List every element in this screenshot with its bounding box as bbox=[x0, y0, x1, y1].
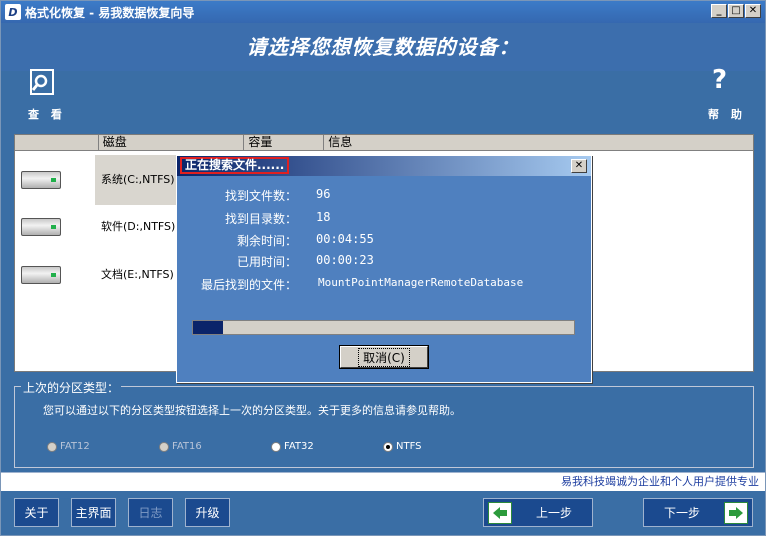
radio-dot bbox=[271, 441, 281, 452]
home-button[interactable]: 主界面 bbox=[71, 498, 116, 527]
magnifier-icon bbox=[30, 69, 54, 95]
status-text: 易我科技竭诚为企业和个人用户提供专业 bbox=[1, 473, 765, 491]
radio-fat12[interactable]: FAT12 bbox=[47, 441, 90, 452]
view-label: 查 看 bbox=[28, 108, 66, 121]
prev-label: 上一步 bbox=[536, 506, 573, 520]
radio-fat32[interactable]: FAT32 bbox=[271, 441, 314, 452]
help-icon[interactable]: ? bbox=[712, 65, 727, 95]
column-capacity[interactable]: 容量 bbox=[244, 135, 325, 151]
column-disk[interactable]: 磁盘 bbox=[98, 135, 245, 151]
column-info[interactable]: 信息 bbox=[324, 135, 753, 151]
cancel-label: 取消(C) bbox=[358, 347, 410, 367]
cancel-button[interactable]: 取消(C) bbox=[339, 345, 429, 369]
arrow-right-icon bbox=[724, 501, 748, 524]
remaining-time-value: 00:04:55 bbox=[316, 232, 374, 246]
search-progress-bar bbox=[192, 320, 575, 335]
minimize-button[interactable]: _ bbox=[711, 4, 727, 18]
elapsed-time-label: 已用时间： bbox=[236, 255, 297, 269]
title-bar: D 格式化恢复 - 易我数据恢复向导 _ □ ✕ bbox=[1, 1, 765, 23]
hard-drive-icon bbox=[21, 218, 61, 236]
next-label: 下一步 bbox=[663, 506, 700, 520]
main-window: D 格式化恢复 - 易我数据恢复向导 _ □ ✕ 请选择您想恢复数据的设备： 查… bbox=[0, 0, 766, 536]
elapsed-time-value: 00:00:23 bbox=[316, 253, 374, 267]
next-button[interactable]: 下一步 bbox=[643, 498, 753, 527]
files-found-label: 找到文件数： bbox=[224, 189, 297, 203]
radio-ntfs[interactable]: NTFS bbox=[383, 441, 422, 452]
page-title: 请选择您想恢复数据的设备： bbox=[246, 35, 520, 59]
partition-type-legend: 上次的分区类型： bbox=[21, 379, 122, 396]
radio-label: FAT32 bbox=[284, 441, 314, 452]
app-logo-icon: D bbox=[5, 4, 21, 20]
list-header: 磁盘 容量 信息 bbox=[15, 135, 753, 151]
about-button[interactable]: 关于 bbox=[14, 498, 59, 527]
radio-dot-checked bbox=[383, 441, 393, 452]
files-found-value: 96 bbox=[316, 187, 331, 201]
partition-type-group bbox=[14, 386, 754, 468]
progress-fill bbox=[193, 321, 224, 334]
dialog-title: 正在搜索文件...... bbox=[180, 157, 290, 174]
radio-label: FAT12 bbox=[60, 441, 90, 452]
hard-drive-icon bbox=[21, 266, 61, 284]
upgrade-button[interactable]: 升级 bbox=[185, 498, 230, 527]
dirs-found-value: 18 bbox=[316, 210, 331, 224]
radio-dot bbox=[159, 441, 169, 452]
radio-label: NTFS bbox=[396, 441, 422, 452]
prev-button[interactable]: 上一步 bbox=[483, 498, 593, 527]
hard-drive-icon bbox=[21, 171, 61, 189]
view-button[interactable] bbox=[27, 67, 57, 101]
header-spacer bbox=[15, 135, 99, 151]
radio-fat16[interactable]: FAT16 bbox=[159, 441, 202, 452]
close-button[interactable]: ✕ bbox=[745, 4, 761, 18]
arrow-left-icon bbox=[488, 501, 512, 524]
help-label: 帮 助 bbox=[708, 108, 746, 121]
window-title: 格式化恢复 - 易我数据恢复向导 bbox=[25, 5, 195, 20]
search-progress-dialog: 正在搜索文件...... ✕ 找到文件数： 96 找到目录数： 18 剩余时间：… bbox=[176, 155, 592, 383]
log-button[interactable]: 日志 bbox=[128, 498, 173, 527]
last-file-value: MountPointManagerRemoteDatabase bbox=[318, 276, 524, 289]
radio-dot bbox=[47, 441, 57, 452]
remaining-time-label: 剩余时间： bbox=[236, 234, 297, 248]
dirs-found-label: 找到目录数： bbox=[224, 212, 297, 226]
maximize-button[interactable]: □ bbox=[728, 4, 744, 18]
dialog-close-button[interactable]: ✕ bbox=[571, 159, 587, 173]
radio-label: FAT16 bbox=[172, 441, 202, 452]
partition-type-description: 您可以通过以下的分区类型按钮选择上一次的分区类型。关于更多的信息请参见帮助。 bbox=[43, 404, 461, 417]
dialog-title-bar: 正在搜索文件...... ✕ bbox=[177, 156, 591, 176]
last-file-label: 最后找到的文件： bbox=[200, 278, 297, 292]
